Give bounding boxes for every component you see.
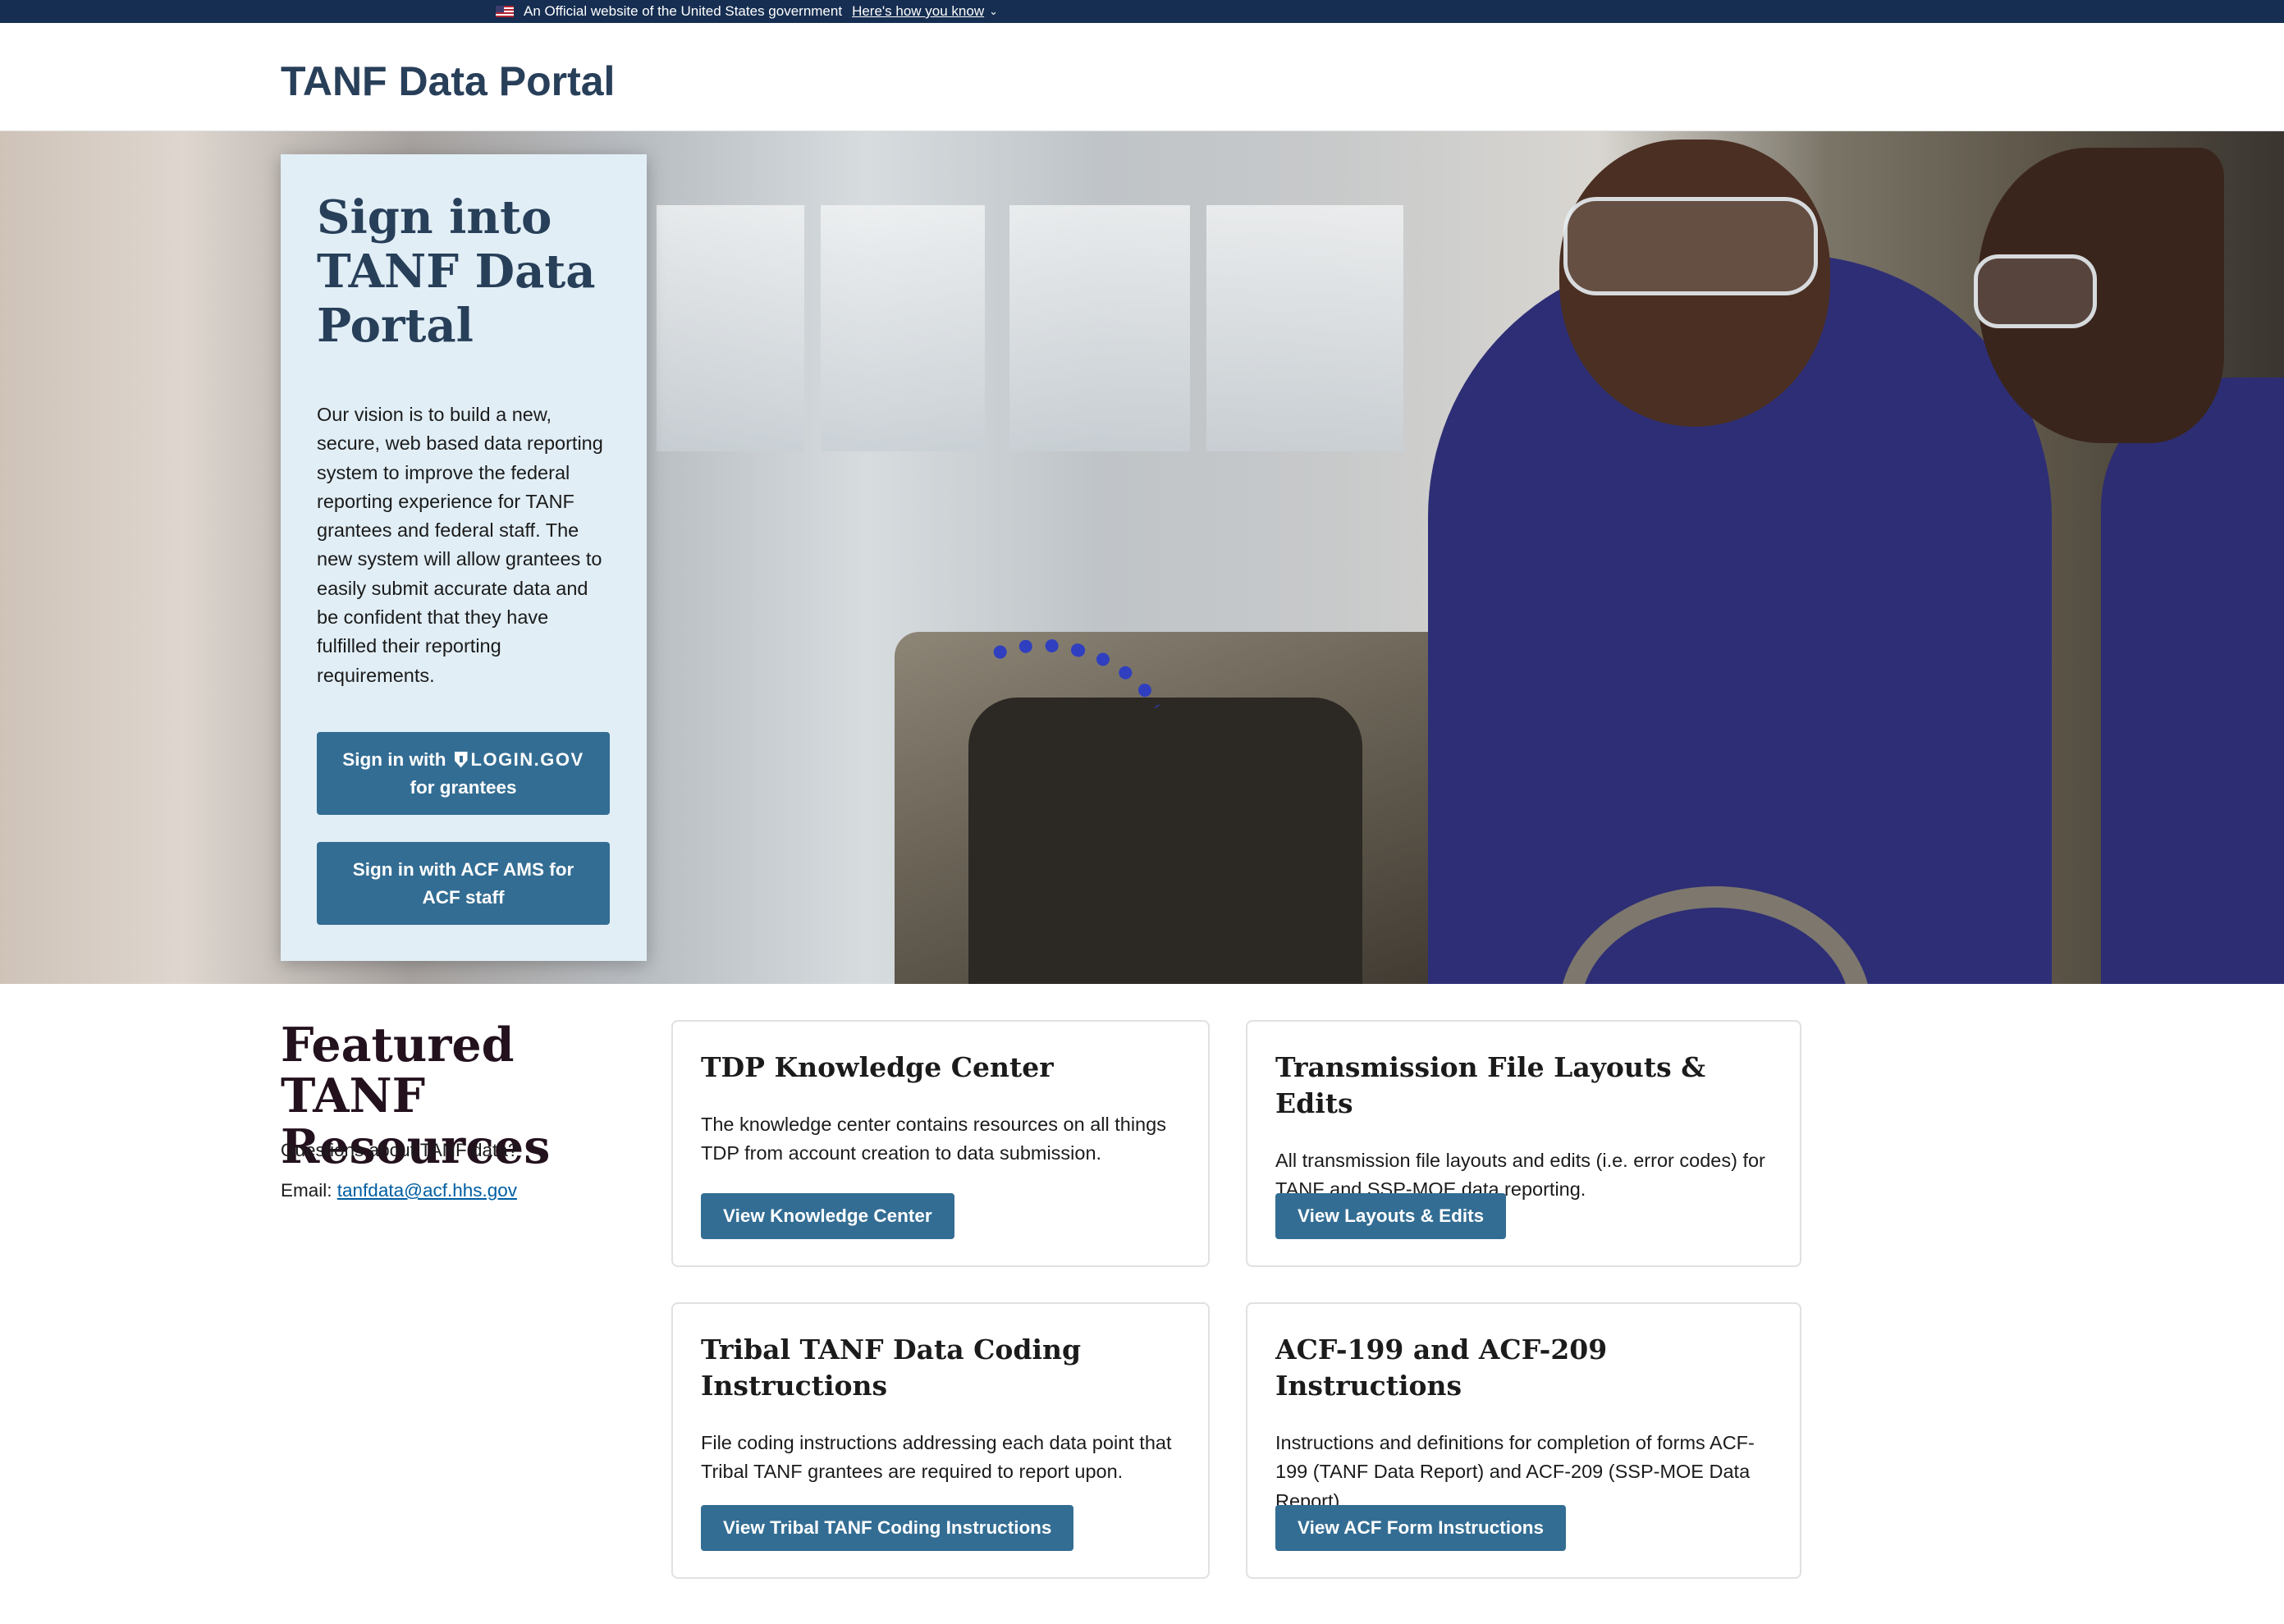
card-text: Instructions and definitions for complet… xyxy=(1275,1432,1755,1512)
featured-email-line: Email: tanfdata@acf.hhs.gov xyxy=(281,1180,517,1201)
logingov-button-suffix: for grantees xyxy=(410,776,517,798)
site-title[interactable]: TANF Data Portal xyxy=(281,57,615,105)
resource-card-file-layouts: Transmission File Layouts & Edits All tr… xyxy=(1246,1020,1801,1267)
hero-window xyxy=(1206,205,1403,451)
view-knowledge-center-button[interactable]: View Knowledge Center xyxy=(701,1193,954,1239)
view-acf-form-instructions-button[interactable]: View ACF Form Instructions xyxy=(1275,1505,1567,1551)
logingov-logo: LOGIN.GOV xyxy=(454,746,584,774)
resource-card-tribal-tanf: Tribal TANF Data Coding Instructions Fil… xyxy=(671,1302,1210,1579)
site-header: TANF Data Portal xyxy=(0,23,2284,131)
us-flag-icon xyxy=(496,6,514,17)
card-title: ACF-199 and ACF-209 Instructions xyxy=(1275,1334,1608,1402)
hero-worker-body xyxy=(2101,377,2284,984)
signin-description: Our vision is to build a new, secure, we… xyxy=(317,404,603,686)
sign-in-logingov-button[interactable]: Sign in with LOGIN.GOV for grantees xyxy=(317,732,610,815)
card-title: TDP Knowledge Center xyxy=(701,1051,1054,1083)
signin-card: Sign into TANF Data Portal Our vision is… xyxy=(281,154,647,961)
signin-title: Sign into TANF Data Portal xyxy=(317,190,596,353)
hero-safety-glasses xyxy=(1563,197,1818,295)
chevron-down-icon[interactable]: ⌄ xyxy=(989,5,998,18)
login-gov-shield-icon xyxy=(454,751,468,768)
card-text: The knowledge center contains resources … xyxy=(701,1114,1166,1164)
hero-window xyxy=(1009,205,1190,451)
card-text: File coding instructions addressing each… xyxy=(701,1432,1172,1483)
view-tribal-coding-button[interactable]: View Tribal TANF Coding Instructions xyxy=(701,1505,1074,1551)
logingov-brand: LOGIN.GOV xyxy=(470,748,584,770)
resource-card-acf-forms: ACF-199 and ACF-209 Instructions Instruc… xyxy=(1246,1302,1801,1579)
hero-window xyxy=(821,205,985,451)
heres-how-you-know-link[interactable]: Here's how you know xyxy=(852,3,984,20)
gov-banner-text: An Official website of the United States… xyxy=(524,3,843,19)
view-layouts-edits-button[interactable]: View Layouts & Edits xyxy=(1275,1193,1507,1239)
resource-card-knowledge-center: TDP Knowledge Center The knowledge cente… xyxy=(671,1020,1210,1267)
gov-banner: An Official website of the United States… xyxy=(0,0,2284,23)
hero-safety-glasses xyxy=(1974,254,2097,328)
gov-banner-content: An Official website of the United States… xyxy=(496,0,998,23)
logingov-button-prefix: Sign in with xyxy=(342,748,446,770)
featured-question: Questions about TANF data? xyxy=(281,1140,519,1160)
card-title: Tribal TANF Data Coding Instructions xyxy=(701,1334,1082,1402)
email-link[interactable]: tanfdata@acf.hhs.gov xyxy=(337,1180,517,1201)
hero-window xyxy=(657,205,804,451)
acf-ams-button-label: Sign in with ACF AMS for ACF staff xyxy=(352,858,574,908)
logingov-button-row: Sign in with LOGIN.GOV xyxy=(342,746,584,774)
sign-in-acf-ams-button[interactable]: Sign in with ACF AMS for ACF staff xyxy=(317,842,610,925)
email-label: Email: xyxy=(281,1180,332,1201)
card-title: Transmission File Layouts & Edits xyxy=(1275,1051,1705,1119)
